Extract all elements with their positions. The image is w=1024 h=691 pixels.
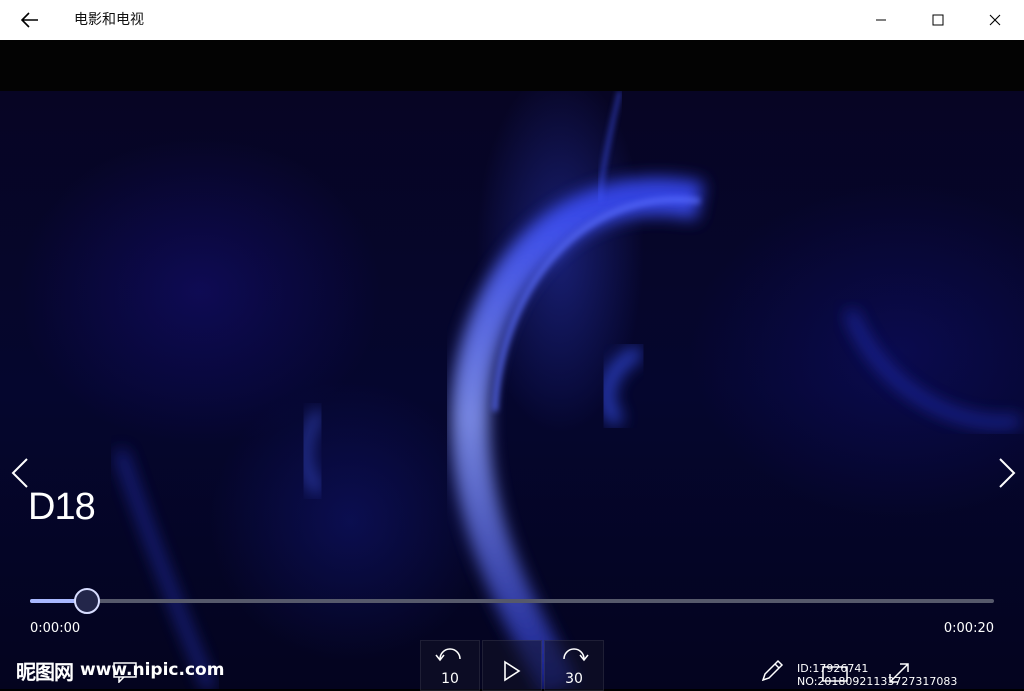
rewind-icon <box>435 648 461 662</box>
seek-track[interactable] <box>30 599 994 603</box>
pencil-icon <box>761 659 784 682</box>
seek-thumb[interactable] <box>73 588 100 614</box>
close-button[interactable] <box>972 0 1018 40</box>
total-time: 0:00:20 <box>943 621 994 636</box>
chevron-right-icon <box>999 458 1016 488</box>
skip-back-button[interactable]: 10 <box>420 640 480 691</box>
fast-forward-icon <box>563 648 589 662</box>
play-icon <box>504 660 521 681</box>
edit-button[interactable] <box>755 654 789 688</box>
minimize-button[interactable] <box>858 0 904 40</box>
watermark-id: ID:17926741 NO:20180921133727317083 <box>797 662 958 688</box>
letterbox-bar <box>0 40 1024 91</box>
skip-back-seconds: 10 <box>441 671 459 687</box>
back-button[interactable] <box>14 6 46 34</box>
back-arrow-icon <box>21 12 38 28</box>
play-button[interactable] <box>482 640 542 691</box>
maximize-button[interactable] <box>915 0 961 40</box>
title-bar: 电影和电视 <box>0 0 1024 40</box>
media-title: D18 <box>28 486 96 528</box>
maximize-icon <box>932 14 944 26</box>
skip-forward-seconds: 30 <box>565 671 583 687</box>
watermark-url: www.nipic.com <box>80 660 225 680</box>
current-time: 0:00:00 <box>30 621 81 636</box>
close-icon <box>989 14 1001 26</box>
app-title: 电影和电视 <box>74 12 144 28</box>
minimize-icon <box>876 19 886 21</box>
skip-forward-button[interactable]: 30 <box>544 640 604 691</box>
watermark-logo: 昵图网 <box>16 660 74 684</box>
next-media-button[interactable] <box>988 455 1024 491</box>
